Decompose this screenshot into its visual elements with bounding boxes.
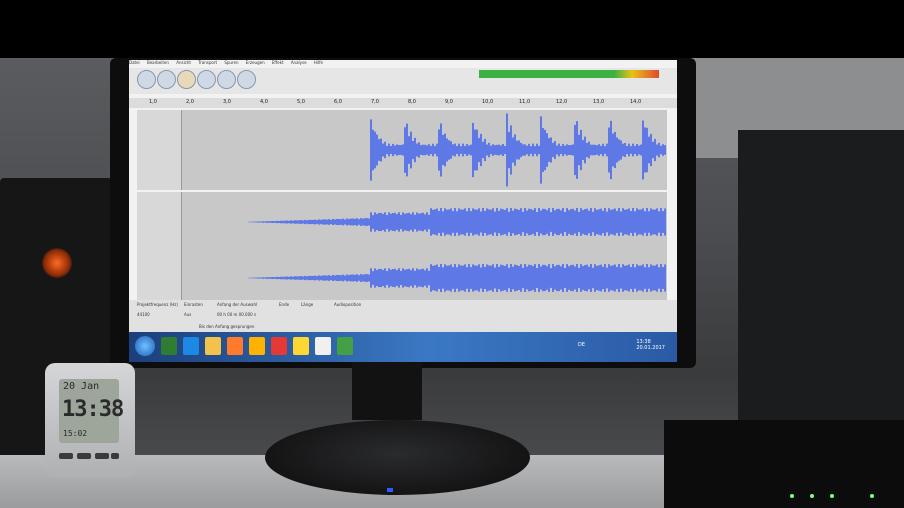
audacity-icon[interactable]: [315, 337, 331, 355]
track-2[interactable]: [137, 192, 667, 300]
stop-button[interactable]: [177, 70, 196, 89]
status-led: [810, 494, 814, 498]
monitor-stand: [352, 360, 422, 420]
media-icon[interactable]: [227, 337, 243, 355]
screen: Datei Bearbeiten Ansicht Transport Spure…: [129, 60, 677, 362]
status-led: [870, 494, 874, 498]
language-indicator[interactable]: DE: [578, 342, 585, 348]
ruler-tick: 2,0: [186, 99, 194, 105]
ruler-tick: 8,0: [408, 99, 416, 105]
skip-end-button[interactable]: [217, 70, 236, 89]
level-meter: [479, 70, 659, 78]
track-controls[interactable]: [137, 110, 182, 190]
ruler-tick: 4,0: [260, 99, 268, 105]
ruler-tick: 6,0: [334, 99, 342, 105]
clock-time: 13:38: [62, 397, 124, 422]
start-button[interactable]: [135, 336, 155, 356]
app-icon[interactable]: [249, 337, 265, 355]
clock-button: [111, 453, 119, 459]
ruler-tick: 3,0: [223, 99, 231, 105]
menu-item[interactable]: Datei: [129, 60, 140, 65]
menu-item[interactable]: Analyse: [291, 60, 307, 65]
menu-item[interactable]: Erzeugen: [246, 60, 265, 65]
end-radio[interactable]: Ende: [279, 302, 289, 307]
status-text: Bis den Anfang gesprungen: [199, 324, 255, 329]
status-led: [790, 494, 794, 498]
ruler-tick: 9,0: [445, 99, 453, 105]
app-icon[interactable]: [161, 337, 177, 355]
snap-select[interactable]: Aus: [184, 312, 191, 317]
router-box: [664, 420, 904, 508]
app-icon[interactable]: [271, 337, 287, 355]
clock-button: [95, 453, 109, 459]
menu-item[interactable]: Hilfe: [314, 60, 323, 65]
ruler-tick: 11,0: [519, 99, 531, 105]
pause-button[interactable]: [137, 70, 156, 89]
ie-icon[interactable]: [183, 337, 199, 355]
record-button[interactable]: [237, 70, 256, 89]
rate-label: Projektfrequenz (Hz): [137, 302, 178, 307]
status-led: [830, 494, 834, 498]
menu-item[interactable]: Effekt: [272, 60, 284, 65]
waveform-track-2: [248, 207, 666, 293]
photo-scene: Datei Bearbeiten Ansicht Transport Spure…: [0, 0, 904, 508]
clock-secondary: 15:02: [63, 429, 88, 438]
monitor-base: [265, 420, 530, 495]
taskbar-date: 20.01.2017: [636, 345, 665, 351]
menu-bar: Datei Bearbeiten Ansicht Transport Spure…: [129, 60, 677, 68]
ruler-tick: 7,0: [371, 99, 379, 105]
alarm-clock: 20 Jan 13:38 15:02: [45, 363, 135, 478]
menu-item[interactable]: Bearbeiten: [147, 60, 169, 65]
snap-label: Einrasten: [184, 302, 203, 307]
menu-item[interactable]: Ansicht: [176, 60, 191, 65]
transport-toolbar: [129, 68, 677, 94]
skip-start-button[interactable]: [197, 70, 216, 89]
play-button[interactable]: [157, 70, 176, 89]
rate-select[interactable]: 44100: [137, 312, 150, 317]
menu-item[interactable]: Transport: [198, 60, 217, 65]
menu-item[interactable]: Spuren: [224, 60, 238, 65]
ruler-tick: 5,0: [297, 99, 305, 105]
ruler-tick: 1,0: [149, 99, 157, 105]
clock-display: 20 Jan 13:38 15:02: [59, 379, 124, 443]
clock-button: [77, 453, 91, 459]
track-1[interactable]: [137, 110, 667, 190]
clock-button: [59, 453, 73, 459]
ruler-tick: 10,0: [482, 99, 494, 105]
windows-taskbar: DE 13:38 20.01.2017: [129, 332, 677, 362]
selection-toolbar: Projektfrequenz (Hz) 44100 Einrasten Aus…: [129, 300, 677, 332]
power-led: [387, 488, 393, 492]
chrome-icon[interactable]: [337, 337, 353, 355]
right-speaker: [738, 130, 904, 460]
length-radio[interactable]: Länge: [301, 302, 313, 307]
ruler-tick: 14,0: [630, 99, 642, 105]
app-icon[interactable]: [293, 337, 309, 355]
clock-date: 20 Jan: [63, 381, 100, 392]
selection-start-label: Anfang der Auswahl: [217, 302, 258, 307]
ruler-tick: 12,0: [556, 99, 568, 105]
selection-start-field[interactable]: 00 h 00 m 00.000 s: [217, 312, 256, 317]
audio-position-label: Audioposition: [334, 302, 362, 307]
track-controls[interactable]: [137, 192, 182, 300]
taskbar-clock[interactable]: 13:38 20.01.2017: [636, 339, 665, 351]
ruler-tick: 13,0: [593, 99, 605, 105]
folder-icon[interactable]: [205, 337, 221, 355]
orange-light: [42, 248, 72, 278]
waveform-track-1: [370, 113, 666, 187]
timeline-ruler: 1,0 2,0 3,0 4,0 5,0 6,0 7,0 8,0 9,0 10,0 11,0 12,0 1…: [129, 98, 677, 108]
